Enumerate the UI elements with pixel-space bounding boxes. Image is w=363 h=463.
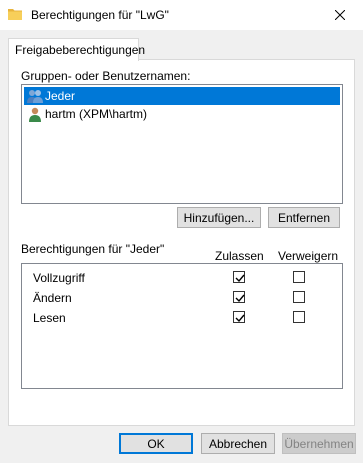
permission-name: Lesen: [33, 311, 66, 325]
permission-row-aendern: Ändern: [22, 288, 342, 308]
close-icon: [335, 10, 345, 20]
list-item-label: Jeder: [45, 89, 76, 103]
folder-icon: [8, 9, 22, 20]
permission-name: Ändern: [33, 291, 72, 305]
tab-freigabeberechtigungen[interactable]: Freigabeberechtigungen: [8, 38, 145, 61]
check-icon: [235, 294, 245, 303]
tab-label: Freigabeberechtigungen: [15, 43, 146, 57]
list-item-label: hartm (XPM\hartm): [45, 107, 148, 121]
close-button[interactable]: [317, 0, 363, 30]
apply-button[interactable]: Übernehmen: [282, 433, 356, 454]
user-icon: [29, 107, 41, 122]
deny-checkbox-aendern[interactable]: [293, 291, 305, 303]
users-group-icon: [27, 90, 43, 103]
allow-checkbox-lesen[interactable]: [233, 311, 245, 323]
permission-row-lesen: Lesen: [22, 308, 342, 328]
permission-row-vollzugriff: Vollzugriff: [22, 268, 342, 288]
deny-checkbox-lesen[interactable]: [293, 311, 305, 323]
allow-checkbox-vollzugriff[interactable]: [233, 271, 245, 283]
window-title: Berechtigungen für "LwG": [31, 8, 169, 22]
allow-checkbox-aendern[interactable]: [233, 291, 245, 303]
deny-checkbox-vollzugriff[interactable]: [293, 271, 305, 283]
permissions-list: Vollzugriff Ändern Lesen: [21, 263, 343, 389]
groups-label: Gruppen- oder Benutzernamen:: [21, 69, 191, 83]
permissions-label: Berechtigungen für "Jeder": [21, 242, 165, 256]
cancel-button[interactable]: Abbrechen: [201, 433, 275, 454]
allow-column-header: Zulassen: [215, 249, 264, 263]
title-bar[interactable]: Berechtigungen für "LwG": [0, 0, 363, 30]
list-item-hartm[interactable]: hartm (XPM\hartm): [24, 105, 340, 123]
add-button[interactable]: Hinzufügen...: [177, 207, 261, 228]
ok-button[interactable]: OK: [119, 433, 193, 454]
deny-column-header: Verweigern: [278, 249, 339, 263]
permission-name: Vollzugriff: [33, 271, 85, 285]
check-icon: [235, 274, 245, 283]
remove-button[interactable]: Entfernen: [268, 207, 340, 228]
check-icon: [235, 314, 245, 323]
groups-listbox[interactable]: Jeder hartm (XPM\hartm): [21, 84, 343, 204]
list-item-jeder[interactable]: Jeder: [24, 87, 340, 105]
